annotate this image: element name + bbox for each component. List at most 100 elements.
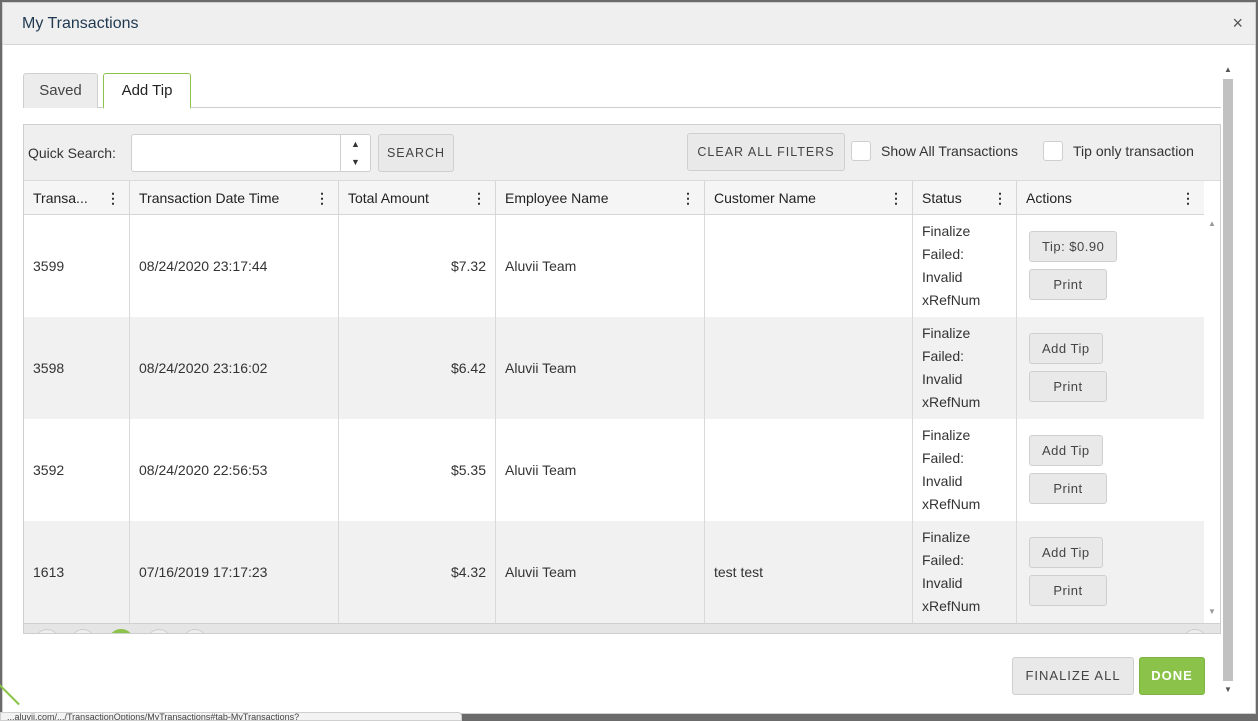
customer-cell [705, 215, 913, 317]
actions-cell: Add Tip Print [1017, 317, 1204, 419]
status-line: xRefNum [922, 394, 981, 410]
add-tip-button[interactable]: Add Tip [1029, 537, 1103, 568]
status-cell: Finalize Failed: Invalid xRefNum [913, 215, 1017, 317]
kebab-menu-icon[interactable]: ⋮ [315, 181, 329, 215]
modal-vertical-scrollbar[interactable]: ▲ ▼ [1221, 65, 1235, 697]
print-button[interactable]: Print [1029, 473, 1107, 504]
kebab-menu-icon[interactable]: ⋮ [681, 181, 695, 215]
quick-search-stepper[interactable]: ▲ ▼ [340, 135, 370, 171]
tab-add-tip[interactable]: Add Tip [103, 73, 191, 109]
pager-current-page[interactable] [108, 629, 134, 633]
kebab-menu-icon[interactable]: ⋮ [889, 181, 903, 215]
transaction-id-cell: 3592 [24, 419, 130, 521]
scroll-up-icon[interactable]: ▲ [1224, 65, 1232, 74]
column-header-datetime[interactable]: Transaction Date Time ⋮ [130, 181, 339, 215]
status-cell: Finalize Failed: Invalid xRefNum [913, 317, 1017, 419]
status-line: Finalize [922, 529, 971, 545]
clear-all-filters-button[interactable]: CLEAR ALL FILTERS [687, 133, 845, 171]
modal-title: My Transactions [22, 15, 139, 32]
done-button[interactable]: DONE [1139, 657, 1205, 695]
column-header-status[interactable]: Status ⋮ [913, 181, 1017, 215]
show-all-transactions-checkbox[interactable] [851, 141, 871, 161]
kebab-menu-icon[interactable]: ⋮ [106, 181, 120, 215]
browser-status-bar: ...aluvii.com/.../TransactionOptions/MyT… [0, 712, 462, 721]
scroll-down-icon[interactable]: ▼ [1224, 685, 1232, 694]
down-arrow-icon[interactable]: ▼ [341, 153, 370, 171]
up-arrow-icon[interactable]: ▲ [341, 135, 370, 153]
actions-cell: Add Tip Print [1017, 521, 1204, 623]
pager-first-button[interactable] [34, 629, 60, 633]
kebab-menu-icon[interactable]: ⋮ [472, 181, 486, 215]
customer-cell [705, 317, 913, 419]
add-tip-button[interactable]: Add Tip [1029, 435, 1103, 466]
pager-refresh-button[interactable] [1182, 629, 1208, 633]
column-header-customer-name[interactable]: Customer Name ⋮ [705, 181, 913, 215]
column-header-employee-name[interactable]: Employee Name ⋮ [496, 181, 705, 215]
my-transactions-modal: My Transactions × Saved Add Tip Quick Se… [2, 2, 1256, 714]
column-header-label: Customer Name [714, 190, 816, 206]
actions-cell: Tip: $0.90 Print [1017, 215, 1204, 317]
status-line: Invalid [922, 575, 963, 591]
column-header-label: Total Amount [348, 190, 429, 206]
status-line: Failed: [922, 552, 965, 568]
scrollbar-thumb[interactable] [1223, 79, 1233, 681]
status-line: xRefNum [922, 496, 981, 512]
modal-header: My Transactions × [3, 3, 1255, 45]
employee-cell: Aluvii Team [496, 521, 705, 623]
finalize-all-button[interactable]: FINALIZE ALL [1012, 657, 1134, 695]
customer-cell: test test [705, 521, 913, 623]
tip-only-transaction-checkbox[interactable] [1043, 141, 1063, 161]
tip-only-transaction-label: Tip only transaction [1073, 143, 1194, 159]
grid-vertical-scrollbar[interactable]: ▲ ▼ [1204, 215, 1220, 623]
status-line: Failed: [922, 348, 965, 364]
datetime-cell: 08/24/2020 22:56:53 [130, 419, 339, 521]
close-icon[interactable]: × [1232, 13, 1243, 33]
column-header-total-amount[interactable]: Total Amount ⋮ [339, 181, 496, 215]
pager [24, 623, 1220, 633]
employee-cell: Aluvii Team [496, 215, 705, 317]
status-line: Finalize [922, 325, 971, 341]
status-line: Failed: [922, 246, 965, 262]
print-button[interactable]: Print [1029, 269, 1107, 300]
column-header-label: Transaction Date Time [139, 190, 280, 206]
status-line: Failed: [922, 450, 965, 466]
transactions-grid: Quick Search: ▲ ▼ SEARCH CLEAR ALL FILTE… [23, 124, 1221, 634]
column-header-label: Actions [1026, 190, 1072, 206]
quick-search-input[interactable]: ▲ ▼ [131, 134, 371, 172]
table-row[interactable]: 1613 07/16/2019 17:17:23 $4.32 Aluvii Te… [24, 521, 1204, 623]
print-button[interactable]: Print [1029, 371, 1107, 402]
status-line: Finalize [922, 223, 971, 239]
tip-button[interactable]: Tip: $0.90 [1029, 231, 1118, 262]
pager-last-button[interactable] [182, 629, 208, 633]
datetime-cell: 07/16/2019 17:17:23 [130, 521, 339, 623]
tab-saved[interactable]: Saved [23, 73, 98, 108]
kebab-menu-icon[interactable]: ⋮ [1181, 181, 1195, 215]
status-line: Invalid [922, 473, 963, 489]
customer-cell [705, 419, 913, 521]
search-button[interactable]: SEARCH [378, 134, 454, 172]
kebab-menu-icon[interactable]: ⋮ [993, 181, 1007, 215]
grid-header-row: Transa... ⋮ Transaction Date Time ⋮ Total … [24, 181, 1204, 215]
employee-cell: Aluvii Team [496, 317, 705, 419]
amount-cell: $4.32 [339, 521, 496, 623]
quick-search-label: Quick Search: [28, 145, 116, 161]
table-row[interactable]: 3599 08/24/2020 23:17:44 $7.32 Aluvii Te… [24, 215, 1204, 317]
status-cell: Finalize Failed: Invalid xRefNum [913, 419, 1017, 521]
pager-prev-button[interactable] [70, 629, 96, 633]
column-header-transaction[interactable]: Transa... ⋮ [24, 181, 130, 215]
add-tip-button[interactable]: Add Tip [1029, 333, 1103, 364]
status-cell: Finalize Failed: Invalid xRefNum [913, 521, 1017, 623]
status-line: xRefNum [922, 598, 981, 614]
amount-cell: $5.35 [339, 419, 496, 521]
grid-toolbar: Quick Search: ▲ ▼ SEARCH CLEAR ALL FILTE… [24, 125, 1220, 181]
employee-cell: Aluvii Team [496, 419, 705, 521]
print-button[interactable]: Print [1029, 575, 1107, 606]
scroll-down-icon[interactable]: ▼ [1208, 607, 1216, 616]
amount-cell: $6.42 [339, 317, 496, 419]
column-header-actions[interactable]: Actions ⋮ [1017, 181, 1204, 215]
table-row[interactable]: 3598 08/24/2020 23:16:02 $6.42 Aluvii Te… [24, 317, 1204, 419]
scroll-up-icon[interactable]: ▲ [1208, 219, 1216, 228]
table-row[interactable]: 3592 08/24/2020 22:56:53 $5.35 Aluvii Te… [24, 419, 1204, 521]
pager-next-button[interactable] [146, 629, 172, 633]
status-line: Invalid [922, 269, 963, 285]
